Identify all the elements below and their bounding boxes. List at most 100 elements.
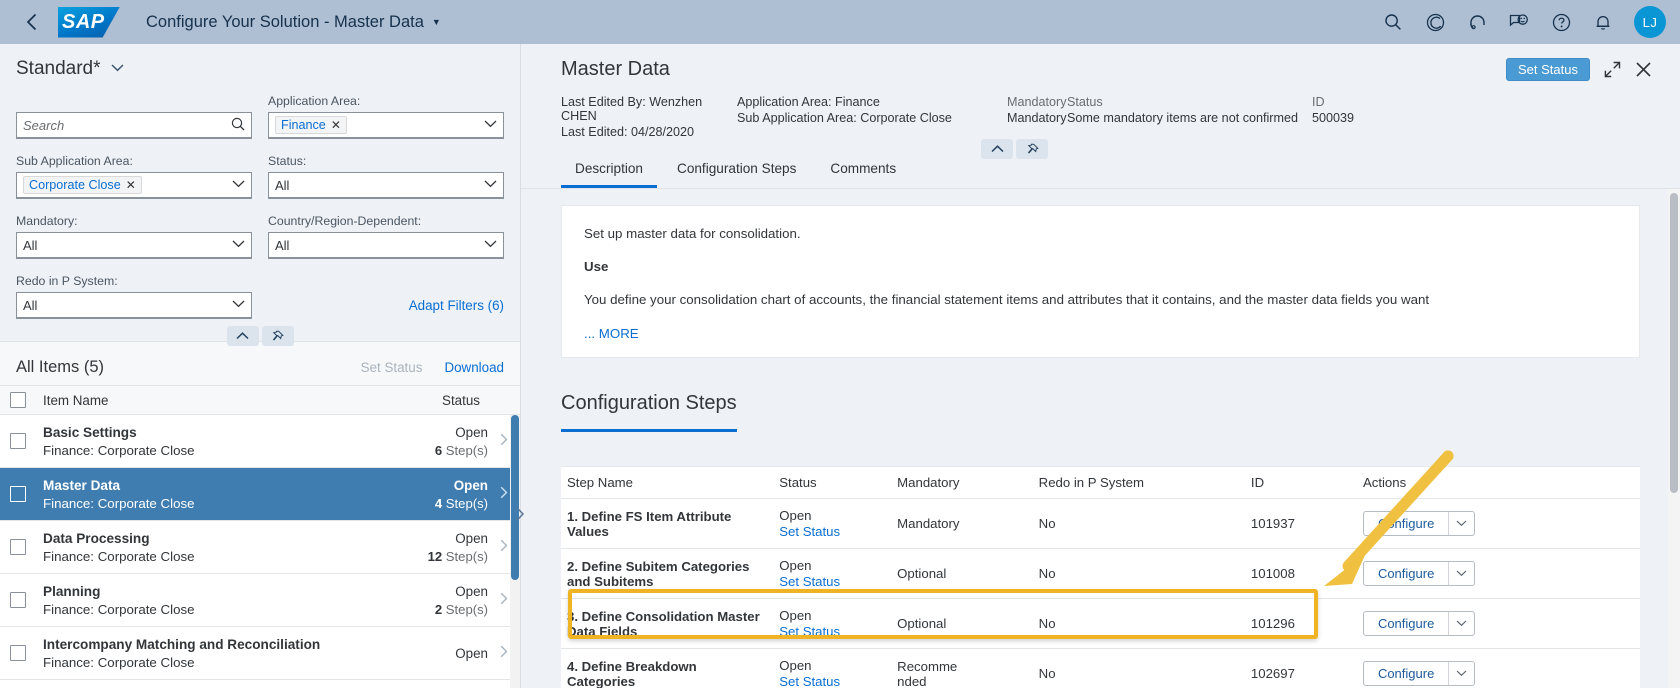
left-list-scrollbar-thumb[interactable] (511, 415, 519, 580)
avatar[interactable]: LJ (1634, 6, 1666, 38)
chevron-down-icon[interactable] (1448, 612, 1474, 635)
list-item-name: Master Data (43, 477, 121, 493)
token-finance[interactable]: Finance ✕ (275, 116, 347, 134)
set-status-button[interactable]: Set Status (1506, 58, 1590, 81)
configure-button[interactable]: Configure (1364, 662, 1448, 685)
sub-application-area-select[interactable]: Corporate Close ✕ (16, 172, 252, 199)
adapt-filters-link[interactable]: Adapt Filters (6) (409, 298, 504, 313)
configure-split-button[interactable]: Configure (1362, 561, 1476, 586)
shell-title[interactable]: Configure Your Solution - Master Data ▼ (146, 13, 441, 32)
table-row[interactable]: 1. Define FS Item Attribute Values Open … (561, 498, 1640, 549)
pin-header-button[interactable] (1016, 139, 1048, 159)
search-icon[interactable] (231, 117, 245, 134)
row-checkbox[interactable] (10, 592, 26, 608)
detail-scrollbar-thumb[interactable] (1670, 193, 1678, 493)
chevron-down-icon[interactable] (484, 119, 497, 131)
list-item-subtitle: Finance: Corporate Close (43, 601, 195, 617)
chevron-down-icon[interactable] (1448, 512, 1474, 535)
row-checkbox[interactable] (10, 486, 26, 502)
tab-description[interactable]: Description (561, 155, 657, 188)
token-remove-icon[interactable]: ✕ (126, 178, 136, 192)
description-more-link[interactable]: ... MORE (584, 326, 639, 341)
support-headset-icon[interactable] (1462, 7, 1492, 37)
chevron-down-icon[interactable] (484, 179, 497, 191)
detail-tabs: Description Configuration Steps Comments (521, 155, 1680, 189)
list-item-texts: Data Processing Finance: Corporate Close (43, 531, 195, 564)
pin-filters-button[interactable] (261, 326, 294, 346)
chevron-right-icon[interactable] (500, 592, 508, 608)
help-icon[interactable] (1546, 7, 1576, 37)
close-icon[interactable] (1635, 61, 1652, 78)
detail-scrollbar[interactable] (1668, 189, 1680, 688)
tab-configuration-steps[interactable]: Configuration Steps (663, 155, 810, 188)
configure-button[interactable]: Configure (1364, 512, 1448, 535)
table-row[interactable]: 3. Define Consolidation Master Data Fiel… (561, 598, 1640, 649)
chevron-right-icon[interactable] (500, 645, 508, 661)
left-panel: Standard* Application Area: Search Finan… (0, 44, 524, 688)
list-set-status-button[interactable]: Set Status (361, 360, 423, 375)
configure-split-button[interactable]: Configure (1362, 661, 1476, 686)
chevron-down-icon[interactable] (1448, 562, 1474, 585)
list-download-button[interactable]: Download (444, 360, 504, 375)
configure-button[interactable]: Configure (1364, 612, 1448, 635)
application-area-select[interactable]: Finance ✕ (268, 112, 504, 139)
full-screen-icon[interactable] (1604, 61, 1621, 78)
item-list[interactable]: Basic Settings Finance: Corporate Close … (0, 415, 520, 688)
list-item[interactable]: Basic Settings Finance: Corporate Close … (0, 415, 520, 468)
step-redo: No (1032, 598, 1245, 649)
copilot-icon[interactable] (1420, 7, 1450, 37)
search-icon[interactable] (1378, 7, 1408, 37)
table-row-highlighted[interactable]: 4. Define Breakdown Categories Open Set … (561, 648, 1640, 688)
step-set-status-link[interactable]: Set Status (779, 574, 885, 589)
chevron-right-icon[interactable] (500, 433, 508, 449)
detail-title-row: Master Data Set Status (561, 58, 1652, 81)
chevron-right-icon[interactable] (500, 539, 508, 555)
variant-selector[interactable]: Standard* (0, 44, 520, 84)
row-checkbox[interactable] (10, 539, 26, 555)
chevron-down-icon[interactable] (232, 239, 245, 251)
list-item[interactable]: Data Processing Finance: Corporate Close… (0, 521, 520, 574)
feedback-chat-icon[interactable] (1504, 7, 1534, 37)
meta-id: ID 500039 (1312, 95, 1354, 139)
left-list-scrollbar[interactable] (510, 415, 520, 688)
step-set-status-link[interactable]: Set Status (779, 624, 885, 639)
chevron-down-icon[interactable] (232, 299, 245, 311)
panel-splitter-handle[interactable] (512, 506, 528, 522)
collapse-filters-button[interactable] (226, 326, 259, 346)
token-corporate-close[interactable]: Corporate Close ✕ (23, 176, 142, 194)
configure-split-button[interactable]: Configure (1362, 611, 1476, 636)
list-item-master-data[interactable]: Master Data Finance: Corporate Close Ope… (0, 468, 520, 521)
notification-bell-icon[interactable] (1588, 7, 1618, 37)
select-all-checkbox[interactable] (10, 392, 26, 408)
search-input[interactable]: Search (16, 112, 252, 139)
chevron-right-icon[interactable] (500, 486, 508, 502)
list-item[interactable]: Planning Finance: Corporate Close Open 2… (0, 574, 520, 627)
row-checkbox[interactable] (10, 433, 26, 449)
chevron-down-icon[interactable] (232, 179, 245, 191)
list-item[interactable]: Intercompany Matching and Reconciliation… (0, 627, 520, 680)
row-checkbox[interactable] (10, 645, 26, 661)
mandatory-select[interactable]: All (16, 232, 252, 259)
step-set-status-link[interactable]: Set Status (779, 674, 885, 688)
configure-split-button[interactable]: Configure (1362, 511, 1476, 536)
configure-button[interactable]: Configure (1364, 562, 1448, 585)
redo-in-p-system-select[interactable]: All (16, 292, 252, 319)
country-region-dependent-select[interactable]: All (268, 232, 504, 259)
column-header-item-name: Item Name (43, 392, 109, 408)
sap-logo[interactable]: SAP (58, 6, 120, 38)
sub-application-area-value: Sub Application Area: Corporate Close (737, 111, 952, 125)
item-list-actions: Set Status Download (361, 360, 504, 375)
step-set-status-link[interactable]: Set Status (779, 524, 885, 539)
chevron-down-icon[interactable] (1448, 662, 1474, 685)
shell-icon-group: LJ (1378, 6, 1666, 38)
table-row[interactable]: 2. Define Subitem Categories and Subitem… (561, 548, 1640, 599)
token-remove-icon[interactable]: ✕ (331, 118, 341, 132)
back-button[interactable] (14, 5, 48, 39)
step-id: 101937 (1244, 498, 1357, 549)
status-select[interactable]: All (268, 172, 504, 199)
list-item-name: Data Processing (43, 530, 150, 546)
collapse-header-button[interactable] (981, 139, 1013, 159)
chevron-down-icon[interactable] (484, 239, 497, 251)
configuration-steps-header: Configuration Steps (561, 392, 1640, 432)
tab-comments[interactable]: Comments (816, 155, 910, 188)
